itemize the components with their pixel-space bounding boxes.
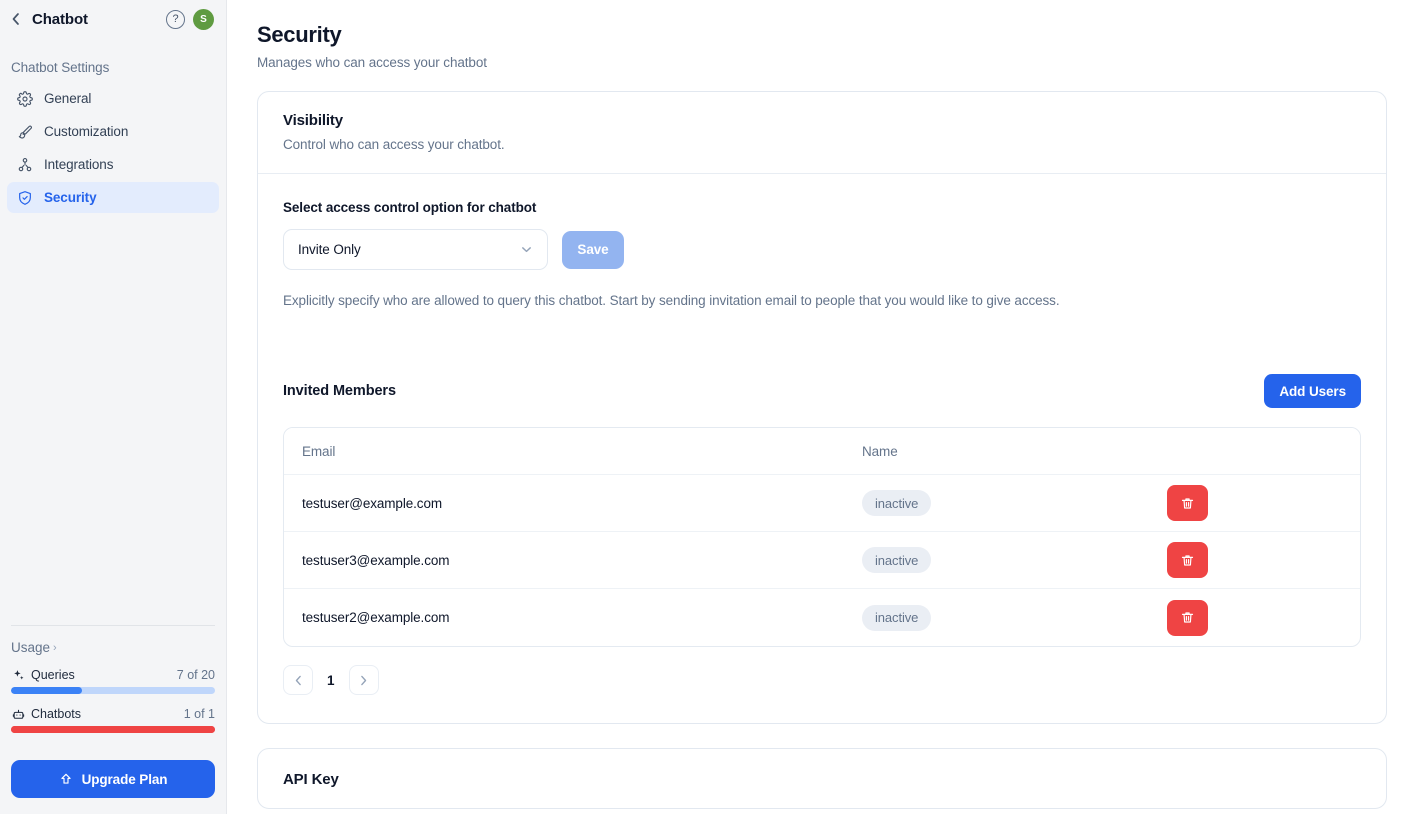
usage-progress-bar	[11, 687, 215, 694]
usage-title: Usage	[11, 640, 51, 655]
access-control-label: Select access control option for chatbot	[283, 200, 537, 215]
sparkle-icon	[11, 668, 25, 682]
column-header-email: Email	[302, 443, 336, 459]
visibility-card-body: Select access control option for chatbot…	[258, 174, 1386, 723]
trash-icon	[1180, 553, 1195, 568]
visibility-subtitle: Control who can access your chatbot.	[283, 137, 505, 152]
cell-status: inactive	[862, 547, 1167, 573]
chevron-down-icon	[519, 242, 534, 257]
chevron-left-icon	[292, 674, 305, 687]
sidebar-section-label: Chatbot Settings	[11, 60, 110, 75]
visibility-title: Visibility	[283, 112, 343, 129]
pagination: 1	[283, 665, 1361, 695]
cell-actions	[1167, 485, 1342, 521]
delete-member-button[interactable]	[1167, 599, 1208, 636]
sidebar-item-customization[interactable]: Customization	[7, 116, 219, 147]
shield-check-icon	[16, 189, 33, 206]
access-control-row: Invite Only Save	[283, 229, 1361, 270]
usage-meter-name: Chatbots	[11, 707, 81, 721]
sidebar-nav: General Customization Integrations Secur…	[0, 83, 226, 213]
usage-progress-fill	[11, 687, 83, 694]
sidebar-item-security[interactable]: Security	[7, 182, 219, 213]
usage-meter-count: 7 of 20	[176, 668, 215, 682]
pagination-prev-button[interactable]	[283, 665, 313, 695]
api-key-card-header: API Key	[258, 749, 1386, 808]
sidebar-item-integrations[interactable]: Integrations	[7, 149, 219, 180]
api-key-title: API Key	[283, 771, 339, 788]
usage-meter-label: Queries	[31, 668, 75, 682]
page-subtitle: Manages who can access your chatbot	[257, 55, 487, 70]
access-control-helper-text: Explicitly specify who are allowed to qu…	[283, 293, 1060, 308]
sidebar-item-general[interactable]: General	[7, 83, 219, 114]
column-header-name: Name	[862, 443, 898, 459]
usage-meter-chatbots: Chatbots 1 of 1	[11, 707, 215, 733]
status-badge: inactive	[862, 547, 932, 573]
arrow-up-icon	[59, 772, 73, 786]
trash-icon	[1180, 610, 1195, 625]
cell-status: inactive	[862, 490, 1167, 516]
table-row: testuser3@example.com inactive	[284, 532, 1360, 589]
pagination-current-page[interactable]: 1	[327, 673, 335, 688]
invited-members-title: Invited Members	[283, 383, 396, 399]
usage-meter-count: 1 of 1	[183, 707, 215, 721]
trash-icon	[1180, 496, 1195, 511]
sidebar: Chatbot ? S Chatbot Settings General Cus…	[0, 0, 227, 814]
pagination-next-button[interactable]	[348, 665, 379, 695]
usage-meter-label: Chatbots	[31, 707, 82, 721]
usage-progress-bar	[11, 726, 215, 733]
nodes-icon	[16, 156, 33, 173]
chevron-left-icon[interactable]	[8, 11, 24, 27]
invited-members-table: Email Name testuser@example.com inactive	[283, 427, 1361, 647]
delete-member-button[interactable]	[1167, 485, 1208, 521]
table-row: testuser2@example.com inactive	[284, 589, 1360, 646]
status-badge: inactive	[862, 490, 932, 516]
api-key-card: API Key	[257, 748, 1387, 809]
gear-icon	[16, 90, 33, 107]
sidebar-item-label: Integrations	[44, 157, 114, 172]
usage-meter-row: Chatbots 1 of 1	[11, 707, 215, 721]
visibility-card-header: Visibility Control who can access your c…	[258, 92, 1386, 174]
invited-members-header: Invited Members Add Users	[283, 374, 1361, 408]
usage-meter-name: Queries	[11, 668, 75, 682]
status-badge: inactive	[862, 604, 932, 631]
delete-member-button[interactable]	[1167, 542, 1208, 578]
access-control-selected-value: Invite Only	[298, 242, 361, 257]
upgrade-plan-button[interactable]: Upgrade Plan	[11, 760, 215, 798]
add-users-button[interactable]: Add Users	[1264, 374, 1361, 408]
usage-section: Usage › Queries 7 of 20 Chatbots 1 of 1	[11, 625, 215, 746]
cell-actions	[1167, 542, 1342, 578]
sidebar-item-label: Security	[44, 190, 97, 205]
page-title: Security	[257, 22, 342, 47]
question-mark-icon[interactable]: ?	[166, 9, 185, 29]
cell-email: testuser3@example.com	[302, 552, 450, 568]
save-button[interactable]: Save	[562, 230, 624, 269]
sidebar-item-label: General	[44, 91, 92, 106]
upgrade-plan-label: Upgrade Plan	[81, 771, 168, 787]
usage-meter-queries: Queries 7 of 20	[11, 668, 215, 694]
table-header-row: Email Name	[284, 428, 1360, 475]
avatar[interactable]: S	[193, 8, 214, 30]
main-content: Security Manages who can access your cha…	[227, 0, 1421, 814]
cell-email: testuser@example.com	[302, 495, 443, 511]
chevron-right-icon: ›	[53, 641, 57, 654]
usage-progress-fill	[11, 726, 215, 733]
table-row: testuser@example.com inactive	[284, 475, 1360, 532]
usage-header[interactable]: Usage ›	[11, 640, 215, 655]
access-control-select[interactable]: Invite Only	[283, 229, 548, 270]
sidebar-title: Chatbot	[32, 10, 88, 28]
sidebar-header: Chatbot ? S	[0, 0, 226, 38]
robot-icon	[11, 707, 25, 721]
sidebar-item-label: Customization	[44, 124, 129, 139]
cell-email: testuser2@example.com	[302, 610, 450, 625]
paintbrush-icon	[16, 123, 33, 140]
chevron-right-icon	[357, 674, 370, 687]
cell-actions	[1167, 599, 1342, 636]
cell-status: inactive	[862, 604, 1167, 631]
usage-meter-row: Queries 7 of 20	[11, 668, 215, 682]
app-root: Chatbot ? S Chatbot Settings General Cus…	[0, 0, 1421, 814]
visibility-card: Visibility Control who can access your c…	[257, 91, 1387, 724]
